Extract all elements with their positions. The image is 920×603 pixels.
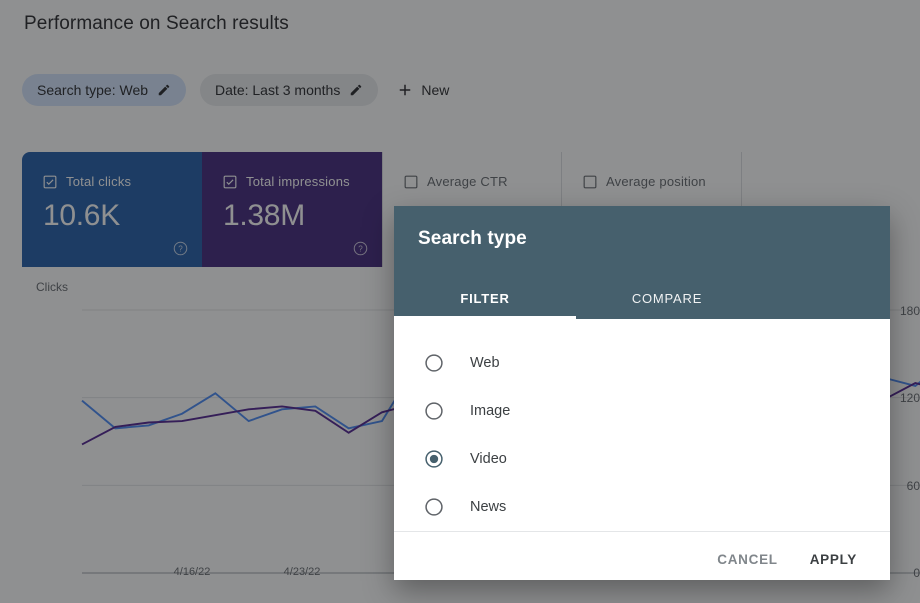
option-image[interactable]: Image (394, 387, 890, 435)
option-label: Web (470, 355, 500, 371)
radio-checked-icon[interactable] (424, 449, 444, 469)
app-root: Performance on Search results Search typ… (0, 0, 920, 603)
dialog-header: Search type FILTER COMPARE (394, 206, 890, 319)
dialog-options-list: Web Image Video News (394, 319, 890, 531)
option-video[interactable]: Video (394, 435, 890, 483)
tab-compare[interactable]: COMPARE (576, 291, 758, 319)
cancel-button[interactable]: CANCEL (706, 544, 788, 575)
radio-unchecked-icon[interactable] (424, 353, 444, 373)
dialog-tabs: FILTER COMPARE (394, 291, 890, 319)
option-news[interactable]: News (394, 483, 890, 531)
option-label: Image (470, 403, 510, 419)
dialog-title: Search type (418, 228, 866, 250)
radio-unchecked-icon[interactable] (424, 497, 444, 517)
option-label: News (470, 499, 506, 515)
radio-unchecked-icon[interactable] (424, 401, 444, 421)
tab-filter[interactable]: FILTER (394, 291, 576, 319)
search-type-dialog: Search type FILTER COMPARE Web Image (394, 206, 890, 580)
option-label: Video (470, 451, 507, 467)
dialog-footer: CANCEL APPLY (394, 531, 890, 580)
apply-button[interactable]: APPLY (799, 544, 868, 575)
option-web[interactable]: Web (394, 339, 890, 387)
